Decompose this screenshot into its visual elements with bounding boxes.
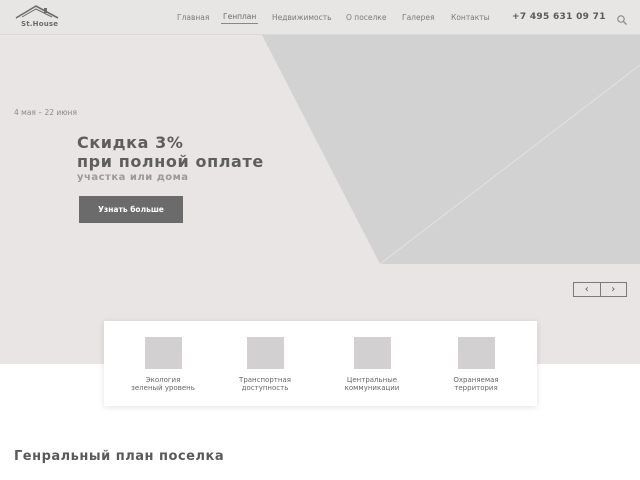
chevron-right-icon: › (611, 283, 616, 295)
feature-ecology: Экология зеленый уровень (113, 321, 213, 406)
logo-text: St.House (21, 20, 59, 28)
transport-icon (247, 337, 284, 369)
ecology-icon (145, 337, 182, 369)
security-icon (458, 337, 495, 369)
search-button[interactable] (616, 11, 628, 25)
hero-title-line-1: Скидка 3% (77, 133, 184, 152)
feature-label: Транспортная доступность (215, 376, 315, 392)
nav-item-about[interactable]: О поселке (346, 13, 386, 22)
hero-subtitle: участка или дома (77, 172, 189, 183)
feature-label-line: зеленый уровень (131, 384, 195, 392)
slider-controls: ‹ › (573, 282, 627, 297)
feature-label: Экология зеленый уровень (113, 376, 213, 392)
hero-title-line-2: при полной оплате (77, 152, 264, 171)
nav-item-gallery[interactable]: Галерея (402, 13, 434, 22)
learn-more-button[interactable]: Узнать больше (79, 196, 183, 223)
utilities-icon (354, 337, 391, 369)
feature-label-line: Охраняемая (453, 376, 499, 384)
feature-utilities: Центральные коммуникации (322, 321, 422, 406)
prev-slide-button[interactable]: ‹ (574, 283, 601, 296)
site-header: St.House Главная Генплан Недвижимость О … (0, 0, 640, 35)
feature-label-line: доступность (241, 384, 289, 392)
logo[interactable]: St.House (14, 4, 60, 30)
hero-slider: 4 мая – 22 июня Скидка 3% при полной опл… (0, 35, 640, 364)
promo-date: 4 мая – 22 июня (14, 108, 77, 117)
next-slide-button[interactable]: › (601, 283, 627, 296)
feature-label-line: коммуникации (344, 384, 400, 392)
nav-item-home[interactable]: Главная (177, 13, 209, 22)
feature-label-line: Экология (145, 376, 181, 384)
nav-item-contacts[interactable]: Контакты (451, 13, 490, 22)
phone-number[interactable]: +7 495 631 09 71 (512, 12, 606, 22)
features-card: Экология зеленый уровень Транспортная до… (104, 321, 537, 406)
search-icon (617, 15, 627, 25)
feature-label: Охраняемая территория (426, 376, 526, 392)
feature-label: Центральные коммуникации (322, 376, 422, 392)
nav-item-realty[interactable]: Недвижимость (272, 13, 332, 22)
feature-label-line: Транспортная (239, 376, 291, 384)
feature-security: Охраняемая территория (426, 321, 526, 406)
hero-title: Скидка 3% при полной оплате (77, 133, 264, 171)
section-title: Генральный план поселка (14, 449, 225, 464)
feature-label-line: территория (454, 384, 498, 392)
feature-label-line: Центральные (346, 376, 398, 384)
chevron-left-icon: ‹ (584, 283, 589, 295)
feature-transport: Транспортная доступность (215, 321, 315, 406)
nav-item-genplan[interactable]: Генплан (221, 12, 259, 24)
page: St.House Главная Генплан Недвижимость О … (0, 0, 640, 480)
